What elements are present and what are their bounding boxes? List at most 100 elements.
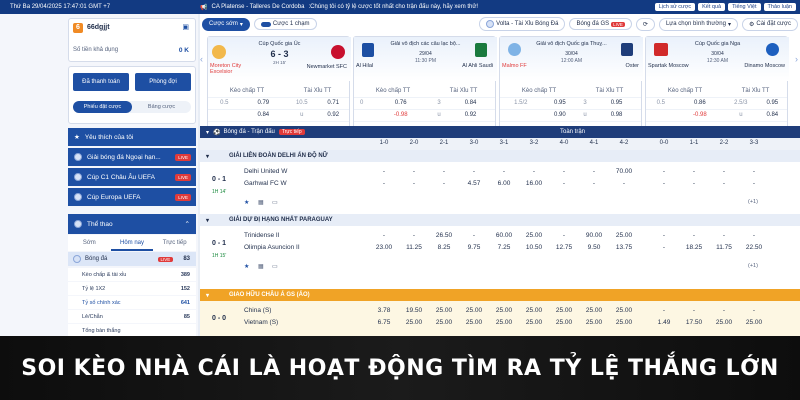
odd-cell[interactable]: 25.00: [429, 307, 459, 314]
more-markets[interactable]: (+1): [748, 263, 758, 269]
odd-cell[interactable]: 6.00: [489, 180, 519, 187]
odd-cell[interactable]: 25.00: [609, 232, 639, 239]
history-link[interactable]: Lịch sử cược: [654, 3, 696, 11]
odd-cell[interactable]: 25.00: [489, 319, 519, 326]
odd-cell[interactable]: 3.78: [369, 307, 399, 314]
odd-cell[interactable]: 25.00: [709, 319, 739, 326]
odd-cell[interactable]: 19.50: [399, 307, 429, 314]
sub-odd-even[interactable]: Lẻ/Chẵn 85: [68, 310, 196, 323]
league-header[interactable]: ▾ GIẢI LIÊN ĐOÀN DELHI ẤN ĐỘ NỮ: [200, 150, 800, 162]
odd-cell[interactable]: 13.75: [609, 244, 639, 251]
sport-football[interactable]: Bóng đá LIVE 83: [68, 252, 196, 266]
odd-cell[interactable]: -0.98: [675, 109, 725, 122]
language-link[interactable]: Tiếng Việt: [728, 3, 761, 11]
tab-today[interactable]: Hôm nay: [110, 235, 154, 251]
waiting-room-button[interactable]: Phòng đợi: [135, 73, 191, 91]
one-click-toggle[interactable]: Cược 1 chạm: [253, 18, 317, 30]
odd-cell[interactable]: 9.75: [459, 244, 489, 251]
odd-cell[interactable]: 0.95: [592, 97, 641, 110]
odd-cell[interactable]: 25.00: [459, 307, 489, 314]
odd-cell[interactable]: 4.57: [459, 180, 489, 187]
odd-cell[interactable]: 25.00: [609, 319, 639, 326]
wallet-icon[interactable]: ▣: [182, 23, 189, 31]
odd-cell[interactable]: 16.00: [519, 180, 549, 187]
odd-cell[interactable]: 25.00: [489, 307, 519, 314]
prev-arrow-icon[interactable]: ‹: [200, 54, 203, 64]
next-arrow-icon[interactable]: ›: [795, 54, 798, 64]
odd-cell[interactable]: 0.92: [446, 109, 495, 122]
odd-cell[interactable]: 22.50: [739, 244, 769, 251]
odd-cell[interactable]: 26.50: [429, 232, 459, 239]
tab-bet-slip[interactable]: Phiếu đặt cược: [73, 101, 132, 113]
odd-cell[interactable]: 0.86: [675, 97, 725, 110]
odd-cell[interactable]: 25.00: [609, 307, 639, 314]
odd-cell[interactable]: 25.00: [549, 319, 579, 326]
odd-cell[interactable]: 0.92: [317, 109, 349, 122]
odd-cell[interactable]: 25.00: [739, 319, 769, 326]
sub-1x2[interactable]: Tỷ lệ 1X2 152: [68, 282, 196, 295]
odd-cell[interactable]: 0.84: [757, 109, 787, 122]
settled-button[interactable]: Đã thanh toán: [73, 73, 129, 91]
tv-icon[interactable]: ▭: [272, 199, 278, 206]
collapse-icon[interactable]: ▾: [206, 217, 209, 224]
odd-cell[interactable]: 70.00: [609, 168, 639, 175]
odd-cell[interactable]: 25.00: [459, 319, 489, 326]
odd-cell[interactable]: 0.79: [240, 97, 287, 110]
favorite-star-icon[interactable]: ★: [244, 199, 249, 206]
odd-cell[interactable]: 0.90: [541, 109, 579, 122]
settings-button[interactable]: ⚙ Cài đặt cược: [741, 17, 798, 31]
odd-cell[interactable]: 25.00: [429, 319, 459, 326]
odd-cell[interactable]: 1.49: [649, 319, 679, 326]
odd-cell[interactable]: 11.75: [709, 244, 739, 251]
odd-cell[interactable]: 0.95: [757, 97, 787, 110]
odd-cell[interactable]: 18.25: [679, 244, 709, 251]
odd-cell[interactable]: 17.50: [679, 319, 709, 326]
stats-icon[interactable]: ▦: [258, 263, 264, 270]
tab-live[interactable]: Trực tiếp: [153, 235, 196, 251]
odd-cell[interactable]: -0.98: [369, 109, 433, 122]
collapse-icon[interactable]: ▾: [206, 153, 209, 160]
tab-bet-board[interactable]: Bảng cược: [132, 101, 191, 113]
odd-cell[interactable]: 25.00: [519, 232, 549, 239]
sports-header[interactable]: Thể thao ⌃: [68, 214, 196, 234]
sort-select[interactable]: Lựa chọn bình thường ▾: [658, 17, 738, 31]
discuss-link[interactable]: Thảo luận: [763, 3, 796, 11]
tab-early[interactable]: Sớm: [68, 235, 111, 251]
sub-correct-score[interactable]: Tỷ số chính xác 641: [68, 296, 196, 309]
odd-cell[interactable]: 11.25: [399, 244, 429, 251]
odd-cell[interactable]: 0.98: [592, 109, 641, 122]
news-ticker[interactable]: 📢 CA Platense - Talleres De Cordoba :Chú…: [200, 4, 655, 11]
odd-cell[interactable]: 0.84: [446, 97, 495, 110]
stats-icon[interactable]: ▦: [258, 199, 264, 206]
odd-cell[interactable]: 25.00: [549, 307, 579, 314]
odd-cell[interactable]: 25.00: [579, 319, 609, 326]
odd-cell[interactable]: 0.76: [369, 97, 433, 110]
odd-cell[interactable]: 23.00: [369, 244, 399, 251]
odd-cell[interactable]: 7.25: [489, 244, 519, 251]
league-header[interactable]: ▾ GIAO HỮU CHÂU Á GS (ẢO): [200, 289, 800, 301]
odd-cell[interactable]: 25.00: [399, 319, 429, 326]
collapse-icon[interactable]: ▾: [206, 292, 209, 299]
collapse-icon[interactable]: ▾: [206, 129, 209, 136]
favorite-star-icon[interactable]: ★: [244, 263, 249, 270]
match-card[interactable]: Cúp Quốc gia Nga 30/04 12:30 AM Spartak …: [645, 36, 789, 136]
tv-icon[interactable]: ▭: [272, 263, 278, 270]
nav-europa-league[interactable]: Cúp Europa UEFA LIVE: [68, 188, 196, 206]
odd-cell[interactable]: 8.25: [429, 244, 459, 251]
nav-champions-league[interactable]: Cúp C1 Châu Âu UEFA LIVE: [68, 168, 196, 186]
odd-cell[interactable]: 0.95: [541, 97, 579, 110]
odd-cell[interactable]: 9.50: [579, 244, 609, 251]
odd-cell[interactable]: 12.75: [549, 244, 579, 251]
nav-favorites[interactable]: ★ Yêu thích của tôi: [68, 128, 196, 146]
more-markets[interactable]: (+1): [748, 199, 758, 205]
odd-cell[interactable]: 60.00: [489, 232, 519, 239]
early-bet-button[interactable]: Cược sớm ▾: [202, 17, 250, 31]
odd-cell[interactable]: 0.71: [317, 97, 349, 110]
league-header[interactable]: ▾ GIẢI DỰ ĐỊ HẠNG NHẤT PARAGUAY: [200, 214, 800, 226]
nav-premier-league[interactable]: Giải bóng đá Ngoại hạn... LIVE: [68, 148, 196, 166]
odd-cell[interactable]: 0.84: [240, 109, 287, 122]
results-link[interactable]: Kết quả: [698, 3, 726, 11]
odd-cell[interactable]: 25.00: [519, 319, 549, 326]
odd-cell[interactable]: 10.50: [519, 244, 549, 251]
odd-cell[interactable]: 25.00: [519, 307, 549, 314]
